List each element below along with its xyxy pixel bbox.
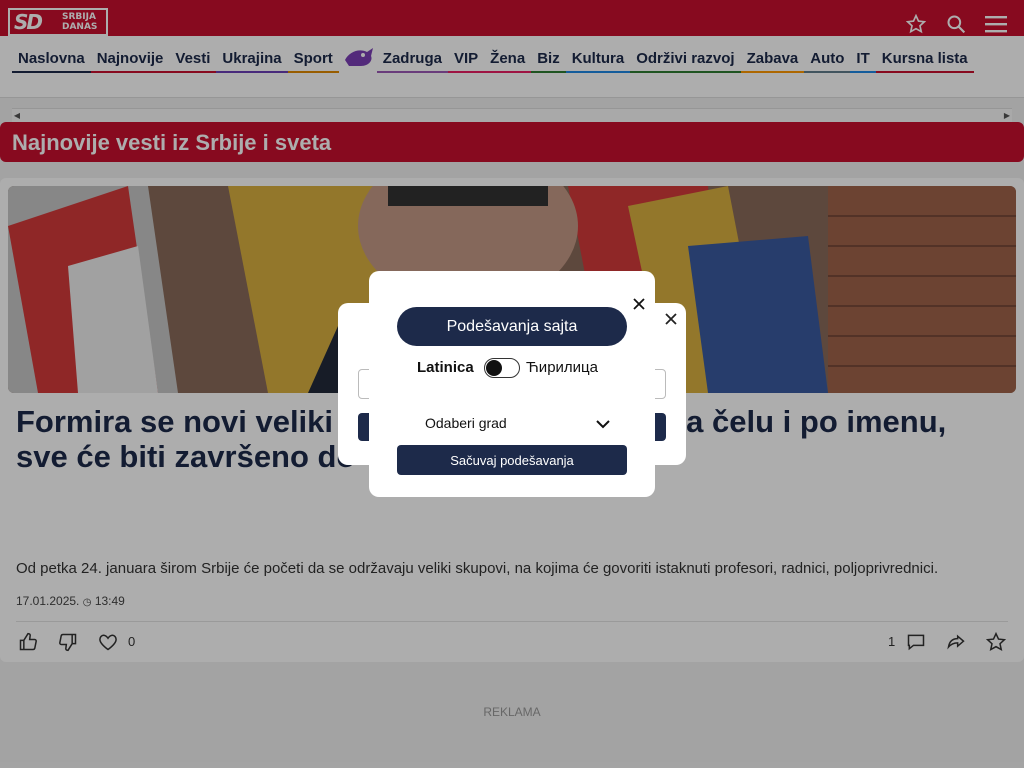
script-toggle[interactable] — [484, 358, 520, 378]
modal-title: Podešavanja sajta — [397, 307, 627, 346]
close-icon[interactable] — [631, 296, 647, 312]
script-toggle-row: Latinica Ћирилица — [397, 357, 627, 379]
toggle-knob — [486, 360, 502, 376]
close-icon[interactable] — [664, 311, 678, 325]
script-latin-label: Latinica — [417, 359, 474, 376]
site-settings-modal: Podešavanja sajta Latinica Ћирилица Odab… — [369, 271, 655, 497]
city-select[interactable]: Odaberi grad — [425, 413, 611, 435]
script-cyrillic-label: Ћирилица — [526, 359, 598, 376]
chevron-down-icon — [595, 416, 611, 432]
city-select-label: Odaberi grad — [425, 415, 507, 431]
save-settings-button[interactable]: Sačuvaj podešavanja — [397, 445, 627, 475]
